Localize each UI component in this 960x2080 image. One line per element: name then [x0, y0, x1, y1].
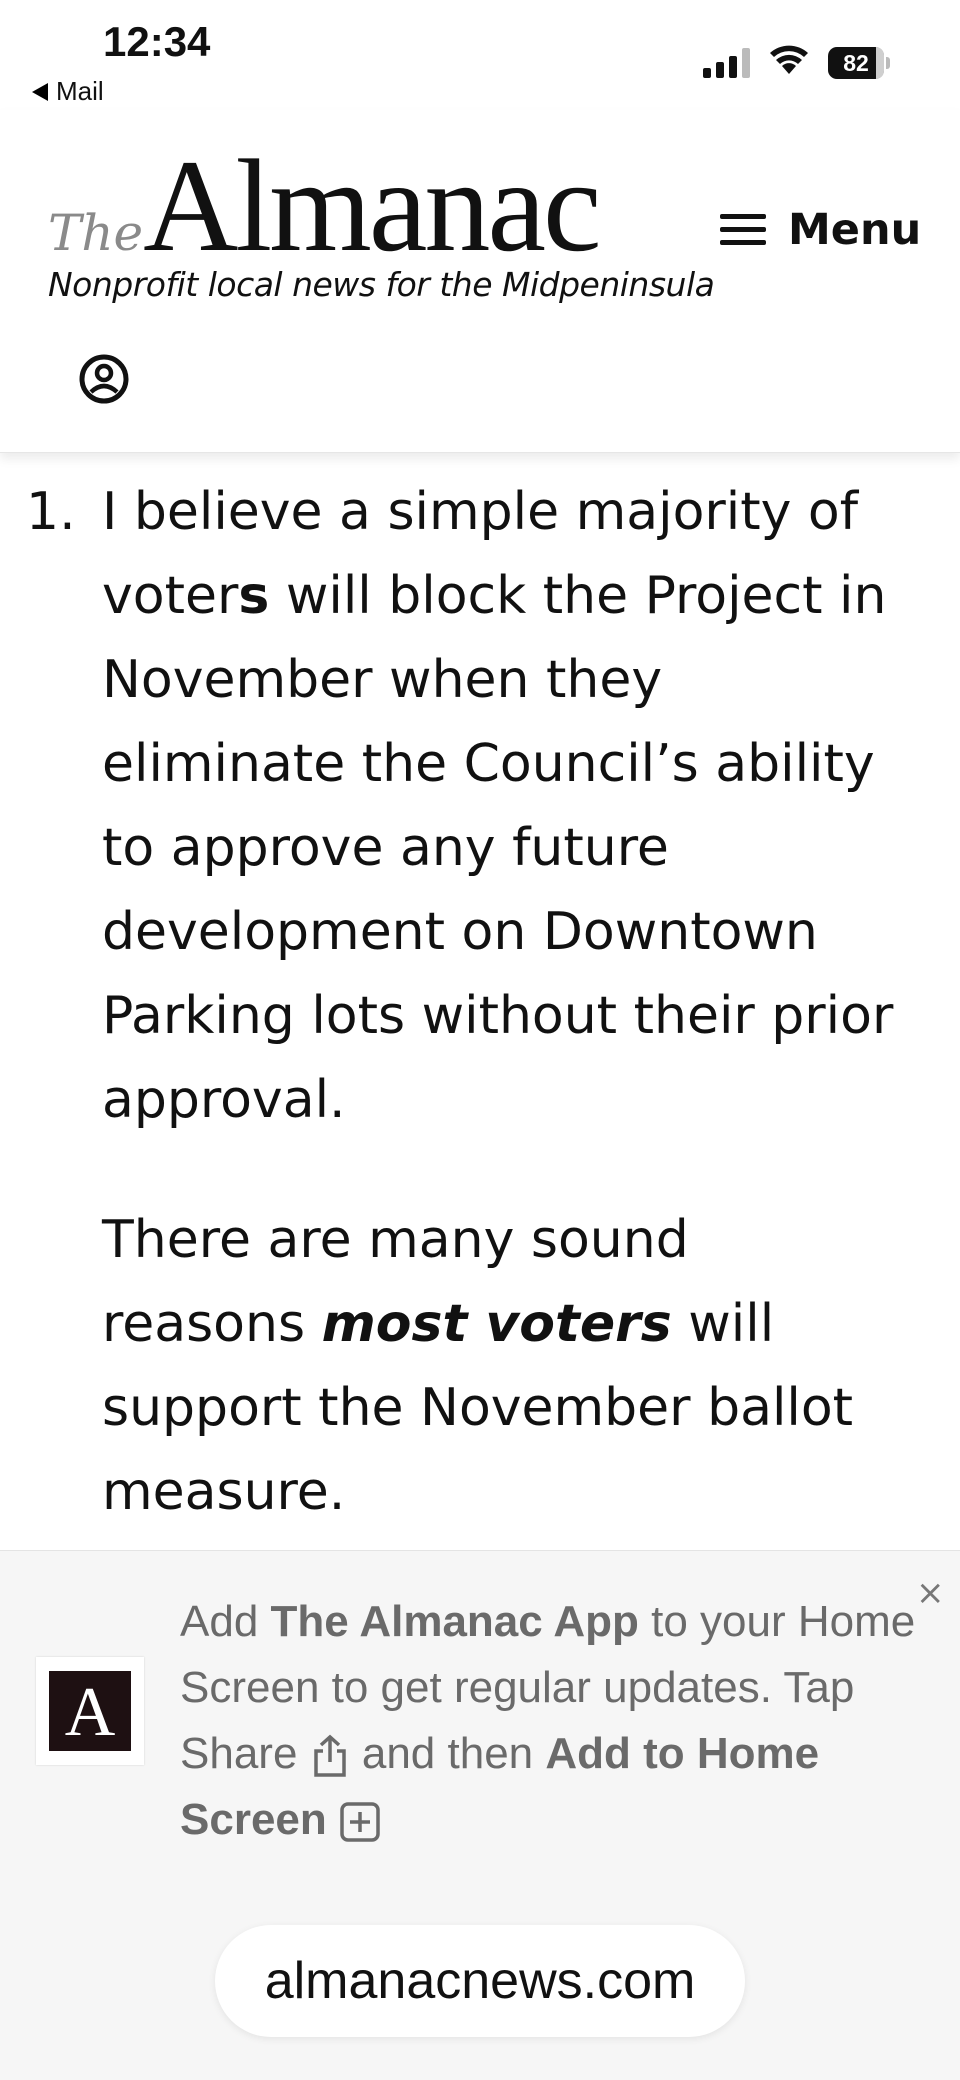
hamburger-icon: [720, 214, 766, 246]
banner-app-name: The Almanac App: [270, 1597, 639, 1646]
banner-text-add: Add: [180, 1597, 271, 1646]
close-banner-button[interactable]: ×: [916, 1573, 945, 1613]
item-text-end: will block the Project in November when …: [102, 566, 894, 1130]
app-icon-letter: A: [49, 1671, 131, 1751]
battery-icon: 82: [828, 47, 890, 79]
app-icon: A: [36, 1657, 144, 1765]
list-item: 1. I believe a simple majority of voters…: [0, 470, 902, 1534]
browser-url-bar[interactable]: almanacnews.com: [215, 1925, 745, 2037]
logo-name: Almanac: [143, 132, 601, 279]
back-app-label: Mail: [56, 76, 104, 106]
wifi-icon: [770, 45, 808, 74]
battery-level: 82: [843, 50, 869, 76]
article-body: 1. I believe a simple majority of voters…: [0, 470, 960, 1534]
status-time: 12:34: [103, 18, 211, 65]
logo-the: The: [48, 204, 144, 262]
status-bar: 12:34 Mail 82: [0, 0, 960, 110]
menu-button[interactable]: Menu: [720, 205, 921, 255]
menu-label: Menu: [788, 205, 922, 255]
list-item-number: 1.: [26, 482, 76, 542]
item-text-bold: s: [238, 566, 270, 626]
back-to-mail-link[interactable]: Mail: [32, 76, 104, 107]
add-square-icon: [340, 1802, 380, 1843]
back-arrow-icon: [32, 82, 48, 101]
site-logo[interactable]: TheAlmanac: [48, 140, 602, 272]
banner-text-then: and then: [349, 1729, 546, 1778]
site-header: TheAlmanac Nonprofit local news for the …: [0, 110, 960, 453]
user-account-icon[interactable]: [78, 353, 130, 405]
para-emphasis: most voters: [321, 1294, 672, 1354]
add-to-home-banner: × A Add The Almanac App to your Home Scr…: [0, 1550, 960, 2080]
paragraph: There are many sound reasons most voters…: [102, 1198, 902, 1534]
share-icon: [313, 1735, 346, 1778]
cellular-signal-icon: [703, 48, 750, 78]
banner-message: Add The Almanac App to your Home Screen …: [180, 1589, 920, 1853]
site-tagline: Nonprofit local news for the Midpeninsul…: [48, 265, 715, 304]
